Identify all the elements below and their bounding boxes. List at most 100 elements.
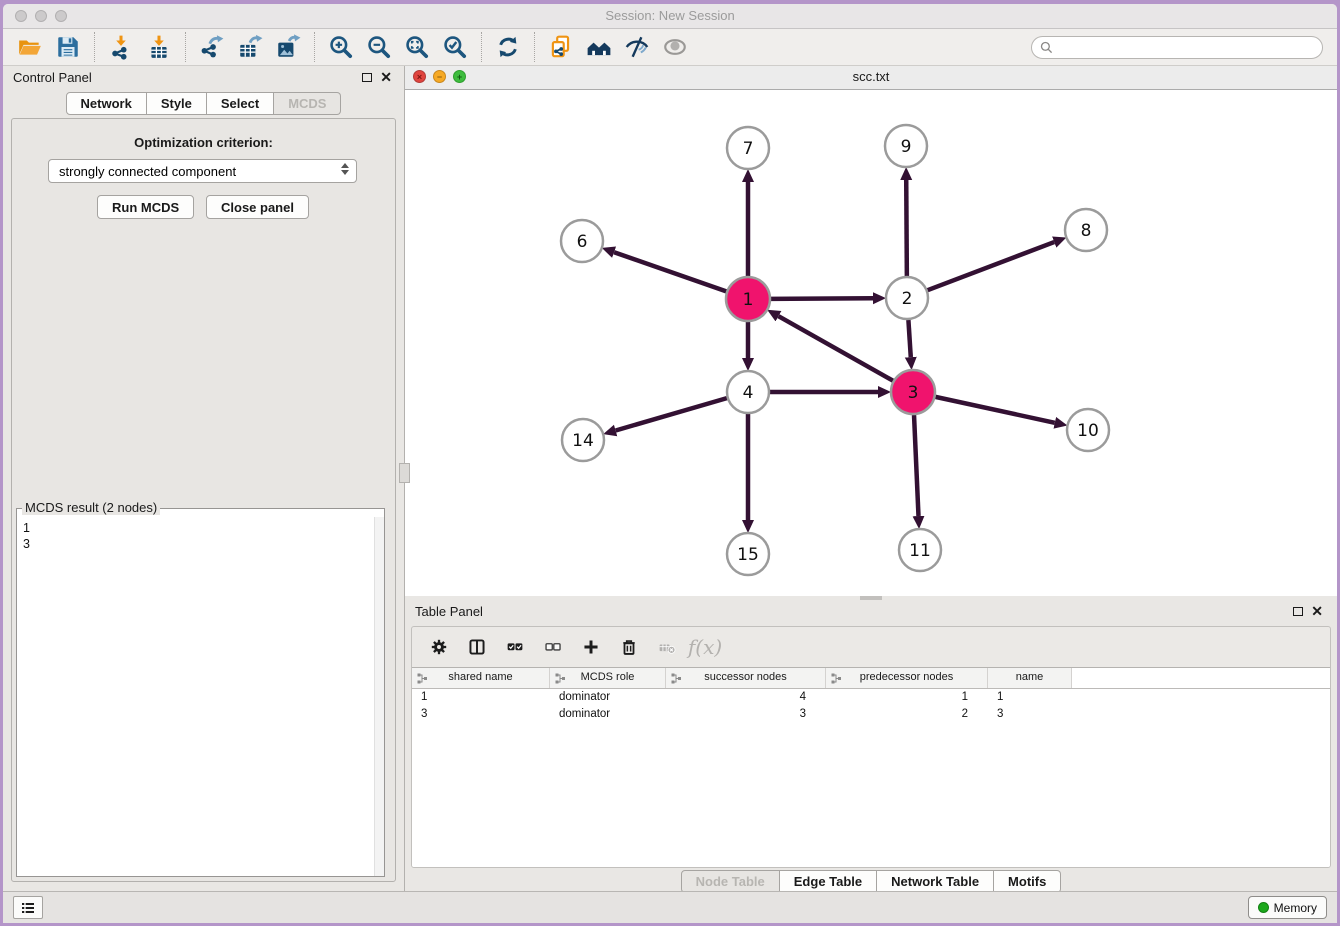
memory-label: Memory	[1274, 901, 1317, 915]
cell-mcds-role[interactable]: dominator	[550, 706, 666, 723]
cell-shared-name[interactable]: 3	[412, 706, 550, 723]
column-header-successor-nodes[interactable]: successor nodes	[666, 668, 826, 688]
edge-3-11[interactable]	[914, 415, 918, 516]
deselect-all-button[interactable]	[538, 632, 568, 662]
cell-mcds-role[interactable]: dominator	[550, 689, 666, 706]
cell-successor-nodes[interactable]: 3	[666, 706, 826, 723]
tab-style[interactable]: Style	[147, 92, 207, 115]
edge-2-8[interactable]	[928, 242, 1055, 290]
function-builder-button[interactable]: f(x)	[690, 632, 720, 662]
svg-text:6: 6	[577, 232, 588, 252]
node-11[interactable]: 11	[899, 529, 941, 571]
tab-mcds[interactable]: MCDS	[274, 92, 341, 115]
zoom-out-button[interactable]	[363, 31, 395, 63]
node-6[interactable]: 6	[561, 220, 603, 262]
table-panel: Table Panel ✕ f(x)	[405, 600, 1337, 892]
zoom-fit-button[interactable]	[401, 31, 433, 63]
node-4[interactable]: 4	[727, 371, 769, 413]
node-3[interactable]: 3	[891, 370, 935, 414]
import-table-button[interactable]	[143, 31, 175, 63]
float-panel-icon[interactable]	[362, 73, 372, 82]
edge-3-1[interactable]	[778, 316, 892, 381]
column-layout-button[interactable]	[462, 632, 492, 662]
node-14[interactable]: 14	[562, 419, 604, 461]
application-window: Session: New Session Cont	[3, 4, 1337, 923]
save-disk-icon	[55, 34, 81, 60]
node-table: shared nameMCDS rolesuccessor nodesprede…	[412, 667, 1330, 867]
column-header-mcds-role[interactable]: MCDS role	[550, 668, 666, 688]
tab-node-table[interactable]: Node Table	[681, 870, 780, 893]
edge-2-3[interactable]	[908, 320, 910, 357]
edge-2-9[interactable]	[906, 180, 907, 276]
duplicate-network-icon	[548, 34, 574, 60]
result-scrollbar[interactable]	[374, 517, 384, 876]
table-settings-button[interactable]	[424, 632, 454, 662]
checked-boxes-icon	[506, 636, 524, 658]
birds-eye-view-button[interactable]	[659, 31, 691, 63]
node-15[interactable]: 15	[727, 533, 769, 575]
cell-predecessor-nodes[interactable]: 1	[826, 689, 988, 706]
tab-network-table[interactable]: Network Table	[877, 870, 994, 893]
export-image-button[interactable]	[272, 31, 304, 63]
select-all-button[interactable]	[500, 632, 530, 662]
float-table-panel-icon[interactable]	[1293, 607, 1303, 616]
tab-motifs[interactable]: Motifs	[994, 870, 1061, 893]
network-canvas[interactable]: 7 9 6 8 1 2 4 3 14 10 15 11	[405, 89, 1337, 596]
edge-1-2[interactable]	[771, 298, 873, 299]
column-header-name[interactable]: name	[988, 668, 1072, 688]
optimization-label: Optimization criterion:	[12, 135, 395, 150]
close-table-panel-icon[interactable]: ✕	[1311, 603, 1323, 620]
table-content: f(x) shared nameMCDS rolesuccessor nodes…	[411, 626, 1331, 868]
add-column-button[interactable]	[576, 632, 606, 662]
mcds-result-text[interactable]: 1 3	[17, 517, 384, 555]
delete-column-button[interactable]	[614, 632, 644, 662]
import-network-button[interactable]	[105, 31, 137, 63]
column-header-predecessor-nodes[interactable]: predecessor nodes	[826, 668, 988, 688]
window-title: Session: New Session	[3, 8, 1337, 23]
network-overview-button[interactable]	[583, 31, 615, 63]
node-8[interactable]: 8	[1065, 209, 1107, 251]
edge-1-6[interactable]	[614, 252, 726, 291]
node-7[interactable]: 7	[727, 127, 769, 169]
edge-3-10[interactable]	[935, 397, 1054, 423]
close-panel-button[interactable]: Close panel	[206, 195, 309, 219]
task-history-button[interactable]	[13, 896, 43, 919]
tab-edge-table[interactable]: Edge Table	[780, 870, 877, 893]
cell-predecessor-nodes[interactable]: 2	[826, 706, 988, 723]
cell-successor-nodes[interactable]: 4	[666, 689, 826, 706]
node-1[interactable]: 1	[726, 277, 770, 321]
search-input[interactable]	[1058, 40, 1314, 56]
column-label: shared name	[412, 671, 549, 683]
column-header-shared-name[interactable]: shared name	[412, 668, 550, 688]
node-9[interactable]: 9	[885, 125, 927, 167]
delete-table-button[interactable]	[652, 632, 682, 662]
export-table-button[interactable]	[234, 31, 266, 63]
table-row-1[interactable]: 1dominator411	[412, 689, 1330, 706]
control-panel-titlebar: Control Panel ✕	[3, 66, 404, 90]
zoom-selected-button[interactable]	[439, 31, 471, 63]
close-panel-icon[interactable]: ✕	[380, 69, 392, 86]
run-mcds-button[interactable]: Run MCDS	[97, 195, 194, 219]
open-session-button[interactable]	[14, 31, 46, 63]
memory-button[interactable]: Memory	[1248, 896, 1327, 919]
tab-select[interactable]: Select	[207, 92, 274, 115]
zoom-in-button[interactable]	[325, 31, 357, 63]
svg-text:8: 8	[1081, 221, 1092, 241]
export-network-button[interactable]	[196, 31, 228, 63]
optimization-select[interactable]: strongly connected component	[48, 159, 357, 183]
table-row-2[interactable]: 3dominator323	[412, 706, 1330, 723]
panel-splitter-handle[interactable]	[399, 463, 410, 483]
hide-graphics-details-button[interactable]	[621, 31, 653, 63]
save-session-button[interactable]	[52, 31, 84, 63]
cell-name[interactable]: 3	[988, 706, 1072, 723]
export-table-icon	[237, 34, 263, 60]
cell-shared-name[interactable]: 1	[412, 689, 550, 706]
cell-name[interactable]: 1	[988, 689, 1072, 706]
node-2[interactable]: 2	[886, 277, 928, 319]
refresh-button[interactable]	[492, 31, 524, 63]
edge-4-14[interactable]	[616, 398, 727, 430]
optimization-select-value: strongly connected component	[59, 164, 236, 179]
duplicate-network-button[interactable]	[545, 31, 577, 63]
node-10[interactable]: 10	[1067, 409, 1109, 451]
tab-network[interactable]: Network	[66, 92, 147, 115]
